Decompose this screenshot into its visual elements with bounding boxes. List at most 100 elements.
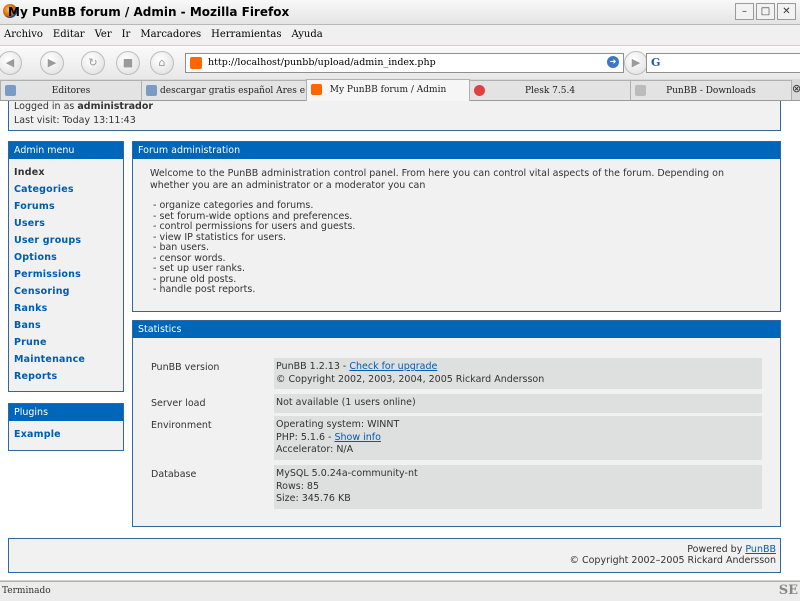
tab-editores[interactable]: Editores [0,80,142,100]
window-titlebar: My PunBB forum / Admin - Mozilla Firefox… [0,0,800,25]
tab-label: Editores [51,86,91,96]
search-box[interactable]: G [646,53,800,73]
menu-item-options[interactable]: Options [14,249,123,266]
username: administrador [77,101,154,112]
menu-archivo[interactable]: Archivo [0,25,49,45]
login-prefix: Logged in as [14,101,78,112]
menu-ir[interactable]: Ir [118,25,137,45]
login-info-box: Logged in as administrador Last visit: T… [8,101,781,131]
punbb-version: PunBB 1.2.13 - [276,361,350,372]
list-item: - set up user ranks. [153,263,246,274]
tab-bar: Editores descargar gratis español Ares e… [0,79,800,101]
go-icon[interactable]: ➜ [607,56,619,68]
menu-marcadores[interactable]: Marcadores [136,25,207,45]
menu-item-maintenance[interactable]: Maintenance [14,351,123,368]
show-info-link[interactable]: Show info [334,432,380,443]
minimize-button[interactable]: – [735,3,754,20]
tab-punbb-admin[interactable]: My PunBB forum / Admin [306,79,470,101]
menu-item-reports[interactable]: Reports [14,368,123,385]
navigation-toolbar: ◀ ▶ ↻ ■ ⌂ ➜ ▶ G [0,46,800,80]
stat-value: Not available (1 users online) [274,394,762,413]
stat-value: MySQL 5.0.24a-community-nt Rows: 85 Size… [274,465,762,509]
os-text: Operating system: WINNT [276,419,400,430]
menu-ayuda[interactable]: Ayuda [287,25,328,45]
check-upgrade-link[interactable]: Check for upgrade [349,361,437,372]
plugin-item-example[interactable]: Example [14,426,123,443]
php-text: PHP: 5.1.6 - [276,431,335,443]
tab-label: descargar gratis español Ares e... [160,86,307,96]
stat-label: Environment [151,420,212,431]
tab-plesk[interactable]: Plesk 7.5.4 [469,80,631,100]
tab-label: PunBB - Downloads [666,86,756,96]
site-favicon [190,57,202,69]
stat-label: Database [151,469,197,480]
menu-item-permissions[interactable]: Permissions [14,266,123,283]
footer-copyright: © Copyright 2002–2005 Rickard Andersson [569,555,776,566]
statistics-title: Statistics [133,321,780,338]
window-title: My PunBB forum / Admin - Mozilla Firefox [8,5,290,19]
forum-admin-title: Forum administration [133,142,780,159]
page-content: Logged in as administrador Last visit: T… [0,101,800,580]
accelerator-text: Accelerator: N/A [276,444,354,455]
stat-label: PunBB version [151,362,220,373]
menu-item-forums[interactable]: Forums [14,198,123,215]
statistics-panel: Statistics PunBB version PunBB 1.2.13 - … [132,320,781,527]
status-bar: Terminado SE [0,581,800,601]
copyright-text: © Copyright 2002, 2003, 2004, 2005 Ricka… [276,373,545,385]
footer-box: Powered by PunBB © Copyright 2002–2005 R… [8,538,781,573]
list-item: - handle post reports. [153,284,256,295]
db-size: Size: 345.76 KB [276,493,351,504]
forum-admin-panel: Forum administration Welcome to the PunB… [132,141,781,312]
status-text: Terminado [2,586,51,596]
powered-by-text: Powered by [687,544,746,555]
menu-item-index[interactable]: Index [14,164,123,181]
tab-punbb-downloads[interactable]: PunBB - Downloads [630,80,792,100]
go-button[interactable]: ▶ [624,51,648,75]
menu-item-censoring[interactable]: Censoring [14,283,123,300]
search-engine-icon[interactable]: G [651,56,660,69]
menu-item-prune[interactable]: Prune [14,334,123,351]
menu-herramientas[interactable]: Herramientas [207,25,287,45]
back-button[interactable]: ◀ [0,51,22,75]
maximize-button[interactable]: □ [756,3,775,20]
login-status: Logged in as administrador [14,101,153,112]
list-item: - organize categories and forums. [153,200,314,211]
stat-label: Server load [151,398,206,409]
menu-item-categories[interactable]: Categories [14,181,123,198]
home-button[interactable]: ⌂ [150,51,174,75]
admin-menu-title: Admin menu [9,142,123,159]
menu-item-user-groups[interactable]: User groups [14,232,123,249]
forum-admin-intro: Welcome to the PunBB administration cont… [150,168,724,191]
menu-editar[interactable]: Editar [49,25,91,45]
sessionmanager-icon: SE [778,583,798,598]
list-item: - view IP statistics for users. [153,231,287,243]
close-tab-icon[interactable]: ⊗ [792,82,800,95]
powered-by: Powered by PunBB [687,544,776,555]
plugins-title: Plugins [9,404,123,421]
close-button[interactable]: ✕ [777,3,796,20]
tab-label: My PunBB forum / Admin [329,85,447,95]
list-item: - ban users. [153,242,210,253]
menu-ver[interactable]: Ver [91,25,118,45]
forum-admin-list: - organize categories and forums. - set … [150,200,763,296]
stop-button[interactable]: ■ [116,51,140,75]
plugins-menu: Plugins Example [8,403,124,451]
tab-favicon-icon [146,85,157,96]
last-visit: Last visit: Today 13:11:43 [14,115,136,126]
db-rows: Rows: 85 [276,480,320,492]
admin-menu: Admin menu Index Categories Forums Users… [8,141,124,392]
menu-item-users[interactable]: Users [14,215,123,232]
stat-value: Operating system: WINNT PHP: 5.1.6 - Sho… [274,416,762,460]
url-input[interactable] [208,55,588,69]
punbb-link[interactable]: PunBB [745,544,776,555]
reload-button[interactable]: ↻ [81,51,105,75]
url-bar[interactable]: ➜ [185,53,624,73]
forward-button[interactable]: ▶ [40,51,64,75]
menu-item-ranks[interactable]: Ranks [14,300,123,317]
list-item: - control permissions for users and gues… [153,221,356,232]
db-version: MySQL 5.0.24a-community-nt [276,468,418,479]
stat-value: PunBB 1.2.13 - Check for upgrade © Copyr… [274,358,762,389]
menubar: Archivo Editar Ver Ir Marcadores Herrami… [0,25,800,45]
tab-descargar[interactable]: descargar gratis español Ares e... [141,80,307,100]
menu-item-bans[interactable]: Bans [14,317,123,334]
